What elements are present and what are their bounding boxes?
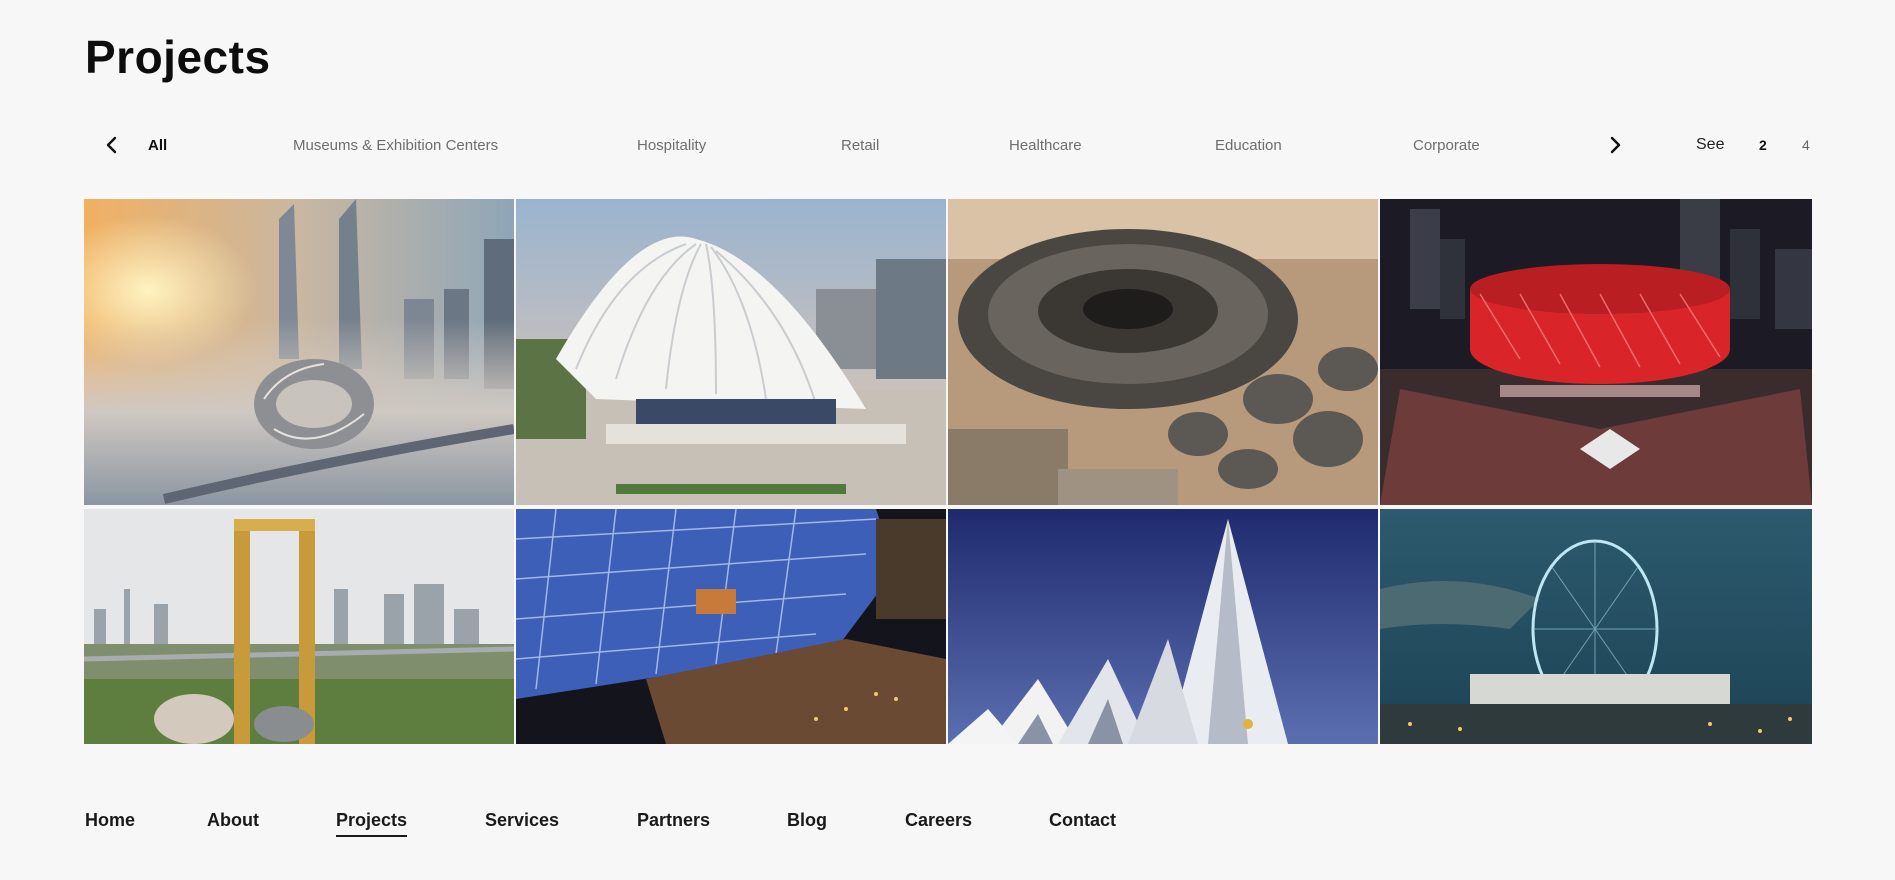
nav-contact[interactable]: Contact [1049,810,1116,835]
project-tile[interactable] [1380,199,1812,505]
nav-blog[interactable]: Blog [787,810,827,835]
dubai-frame-image [84,509,514,744]
page-size-option-4[interactable]: 4 [1802,137,1810,153]
nav-projects[interactable]: Projects [336,810,408,837]
nav-careers[interactable]: Careers [905,810,972,835]
category-education[interactable]: Education [1215,137,1282,154]
category-corporate[interactable]: Corporate [1413,137,1480,154]
museum-of-the-future-image [84,199,514,505]
chevron-right-icon [1610,136,1621,154]
angular-white-building-image [948,509,1378,744]
category-all[interactable]: All [148,137,167,154]
category-retail[interactable]: Retail [841,137,879,154]
project-tile[interactable] [948,509,1378,744]
nav-about[interactable]: About [207,810,259,835]
page-title: Projects [85,31,271,83]
chevron-left-icon [106,136,117,154]
nav-home[interactable]: Home [85,810,135,835]
project-tile[interactable] [516,199,946,505]
previous-category-button[interactable] [95,128,129,162]
project-tile[interactable] [1380,509,1812,744]
nav-services[interactable]: Services [485,810,559,835]
next-category-button[interactable] [1598,128,1632,162]
coca-cola-arena-image [1380,199,1812,505]
category-hospitality[interactable]: Hospitality [637,137,706,154]
category-filter-bar: All Museums & Exhibition Centers Hospita… [85,128,1810,162]
sustainability-pavilion-image [948,199,1378,505]
project-tile[interactable] [84,199,514,505]
category-healthcare[interactable]: Healthcare [1009,137,1082,154]
category-museums-exhibition-centers[interactable]: Museums & Exhibition Centers [293,137,498,154]
project-tile[interactable] [516,509,946,744]
lit-roof-structure-image [516,509,946,744]
nav-partners[interactable]: Partners [637,810,710,835]
page-size-option-2[interactable]: 2 [1759,137,1767,153]
see-label: See [1696,136,1725,153]
project-tile[interactable] [84,509,514,744]
uae-pavilion-image [516,199,946,505]
ain-dubai-wheel-image [1380,509,1812,744]
project-tile[interactable] [948,199,1378,505]
